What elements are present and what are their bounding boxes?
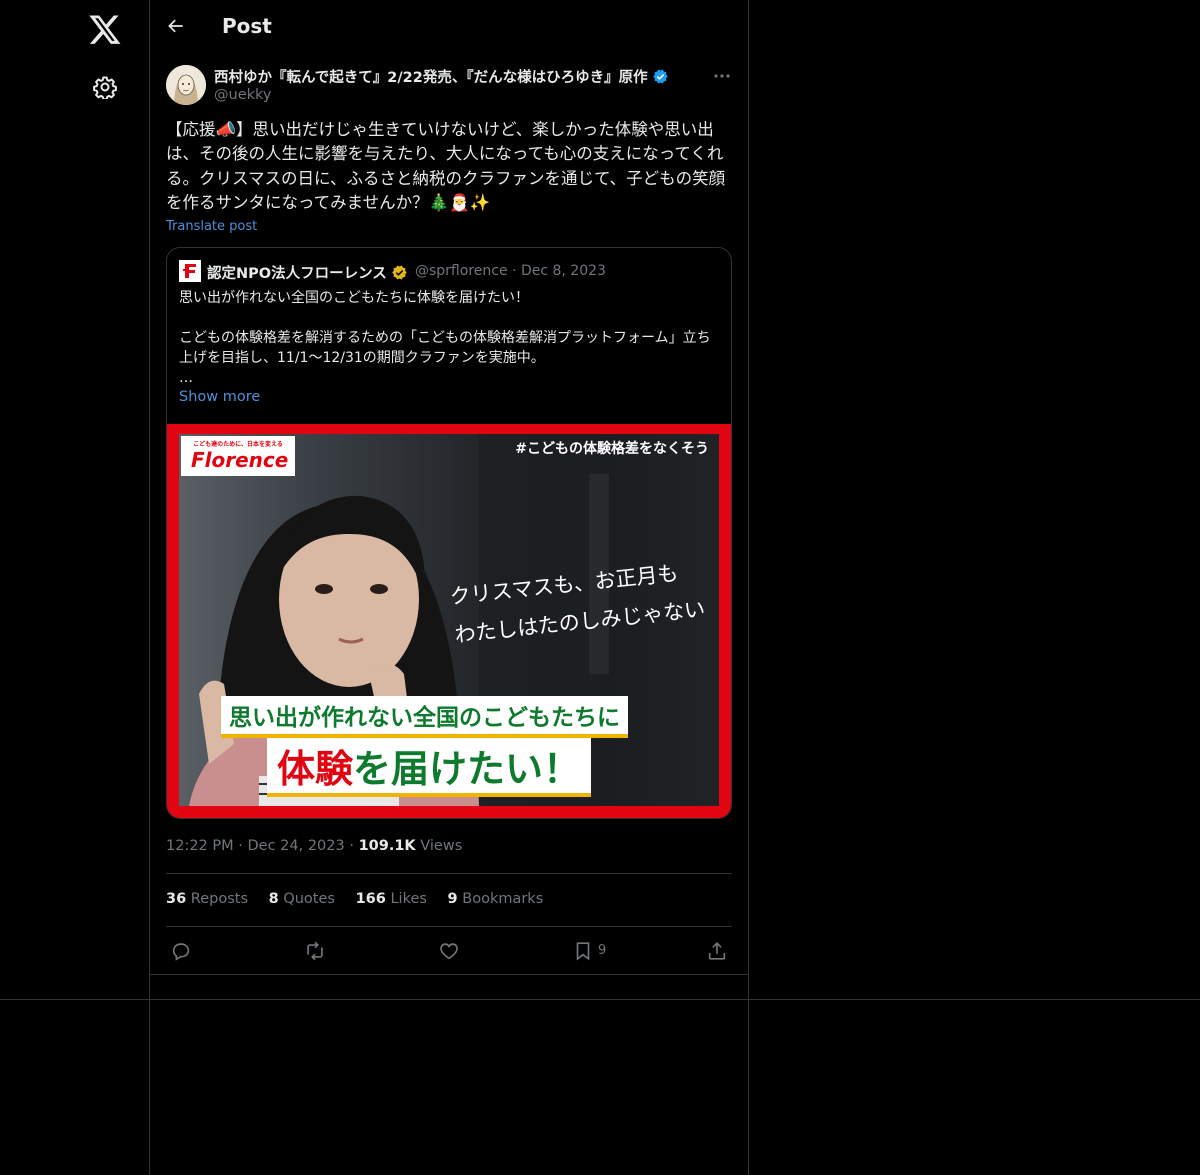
author-name-text[interactable]: 西村ゆか『転んで起きて』2/22発売、『だんな様はひろゆき』原作 xyxy=(214,70,648,86)
stat-bookmarks[interactable]: 9 Bookmarks xyxy=(448,891,544,907)
settings-icon[interactable] xyxy=(93,75,117,101)
florence-logo: こども達のために、日本を変える Florence xyxy=(181,436,295,476)
page-title: Post xyxy=(222,14,272,38)
stat-count: 36 xyxy=(166,891,187,907)
engagement-stats: 36 Reposts 8 Quotes 166 Likes 9 Bookmark… xyxy=(166,891,559,907)
quote-author-name-text[interactable]: 認定NPO法人フローレンス xyxy=(207,266,387,282)
stat-label: Reposts xyxy=(190,891,249,907)
share-icon[interactable] xyxy=(706,940,728,962)
logo-text: Florence xyxy=(191,448,289,472)
stat-label: Quotes xyxy=(283,891,335,907)
bookmark-count: 9 xyxy=(598,943,607,958)
verified-icon xyxy=(392,265,407,280)
stat-likes[interactable]: 166 Likes xyxy=(356,891,427,907)
image-banner-line-1: 思い出が作れない全国のこどもたちに xyxy=(221,696,628,738)
quote-image[interactable]: こども達のために、日本を変える Florence #こどもの体験格差をなくそう … xyxy=(167,424,731,818)
translate-link[interactable]: Translate post xyxy=(166,219,257,234)
views-label: Views xyxy=(420,838,463,854)
post-time[interactable]: 12:22 PM xyxy=(166,838,234,854)
quote-avatar[interactable] xyxy=(179,260,201,282)
post-divider xyxy=(150,974,748,975)
like-icon[interactable] xyxy=(438,940,460,962)
quote-handle[interactable]: @sprflorence xyxy=(415,263,508,279)
quote-author-name[interactable]: 認定NPO法人フローレンス xyxy=(207,262,408,283)
stat-reposts[interactable]: 36 Reposts xyxy=(166,891,248,907)
quoted-post[interactable]: 認定NPO法人フローレンス @sprflorence · Dec 8, 2023… xyxy=(166,247,732,819)
quote-text: 思い出が作れない全国のこどもたちに体験を届けたい！ こどもの体験格差を解消するた… xyxy=(179,290,711,386)
x-logo-icon[interactable] xyxy=(88,12,122,46)
stat-quotes[interactable]: 8 Quotes xyxy=(269,891,335,907)
image-banner-rest: を届けたい！ xyxy=(353,747,582,791)
image-hashtag: #こどもの体験格差をなくそう xyxy=(515,441,709,457)
stats-divider-bottom xyxy=(166,926,732,927)
back-arrow-icon[interactable] xyxy=(166,16,186,36)
stat-label: Likes xyxy=(390,891,427,907)
image-banner-line-2: 体験を届けたい！ xyxy=(267,738,592,797)
stat-count: 166 xyxy=(355,891,386,907)
separator: · xyxy=(512,263,521,279)
bookmark-icon[interactable] xyxy=(572,940,594,962)
quote-meta: @sprflorence · Dec 8, 2023 xyxy=(415,263,606,279)
separator: · xyxy=(349,838,359,854)
stat-count: 9 xyxy=(447,891,458,907)
more-icon[interactable] xyxy=(712,66,732,86)
views-count: 109.1K xyxy=(358,838,416,854)
post-text: 【応援📣】思い出だけじゃ生きていけないけど、楽しかった体験や思い出は、その後の人… xyxy=(166,120,726,212)
verified-icon xyxy=(652,69,668,84)
logo-tagline: こども達のために、日本を変える xyxy=(193,441,283,448)
quote-photo: こども達のために、日本を変える Florence #こどもの体験格差をなくそう … xyxy=(179,434,719,806)
quote-date[interactable]: Dec 8, 2023 xyxy=(521,263,606,279)
stat-label: Bookmarks xyxy=(462,891,544,907)
stats-divider-top xyxy=(166,873,732,874)
stat-count: 8 xyxy=(268,891,279,907)
post-date[interactable]: Dec 24, 2023 xyxy=(247,838,344,854)
author-handle[interactable]: @uekky xyxy=(214,87,271,103)
bottom-divider xyxy=(0,999,1200,1000)
author-name[interactable]: 西村ゆか『転んで起きて』2/22発売、『だんな様はひろゆき』原作 xyxy=(214,66,669,87)
avatar[interactable] xyxy=(166,65,206,105)
image-banner-highlight: 体験 xyxy=(277,747,354,791)
reply-icon[interactable] xyxy=(170,940,192,962)
repost-icon[interactable] xyxy=(304,940,326,962)
post-timestamp: 12:22 PM · Dec 24, 2023 · 109.1K Views xyxy=(166,838,462,854)
show-more-link[interactable]: Show more xyxy=(179,389,260,405)
